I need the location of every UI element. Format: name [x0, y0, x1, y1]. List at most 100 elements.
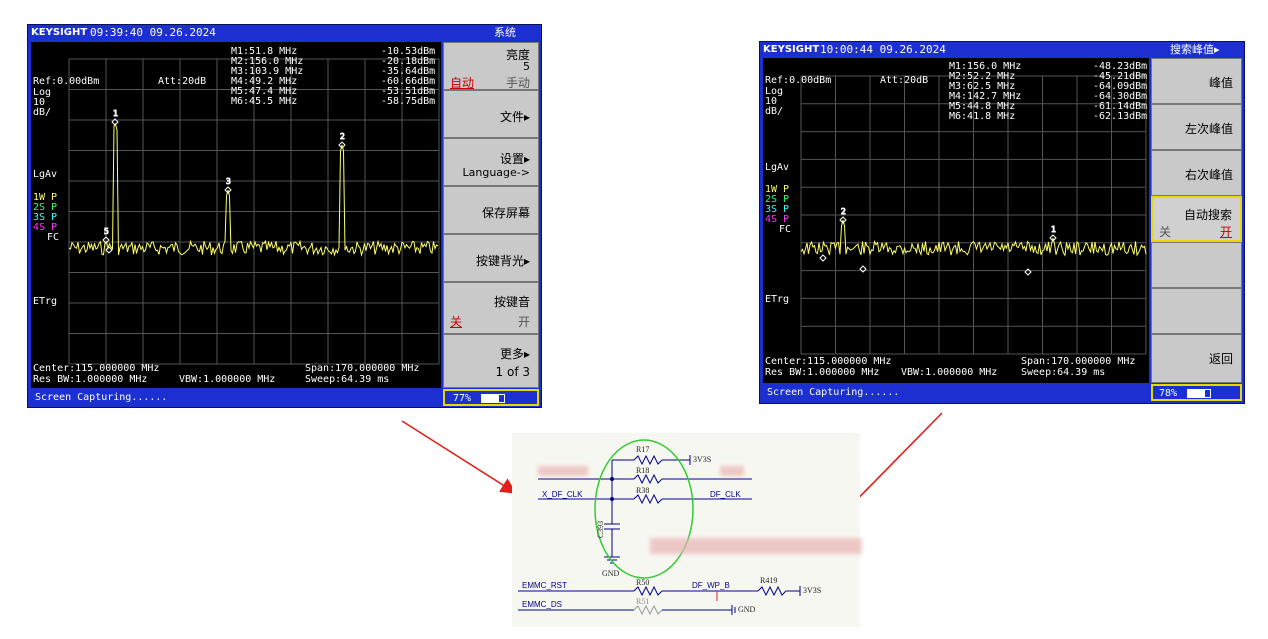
marker-diamond: [819, 254, 827, 262]
left-softkeys: 亮度 5 自动 手动 文件▸ 设置▸ Language-> 保存屏幕 按键背光▸…: [443, 42, 539, 388]
left-fc: FC: [47, 232, 60, 243]
left-ref: Ref:0.00dBm: [33, 76, 100, 87]
auto-search-off: 关: [1159, 225, 1172, 239]
marker-number: 2: [841, 207, 846, 216]
left-status-bar: Screen Capturing......: [31, 389, 439, 406]
net-3v3s-top: 3V3S: [693, 455, 712, 464]
right-res-bw: Res BW:1.000000 MHz: [765, 367, 880, 378]
right-ref: Ref:0.00dBm: [765, 75, 832, 86]
back-softkey[interactable]: 返回: [1151, 334, 1242, 383]
net-df-wp-b: DF_WP_B: [692, 581, 730, 590]
left-arrow: [401, 420, 517, 494]
marker-number: 5: [104, 227, 109, 236]
right-softkeys: 峰值 左次峰值 右次峰值 自动搜索 关 开 返回: [1151, 58, 1242, 383]
key-sound-on: 开: [517, 315, 530, 329]
marker-number: 3: [226, 177, 231, 186]
right-sweep: Sweep:64.39 ms: [1021, 367, 1106, 378]
marker-readout-name: M6:45.5 MHz: [231, 96, 298, 107]
save-screen-label: 保存屏幕: [481, 206, 530, 220]
left-status-text: Screen Capturing......: [35, 392, 168, 403]
schematic-snippet: R17 R18 R38 C393 R50 R51 R419 3V3S X_DF_…: [512, 433, 862, 627]
next-right-peak-label: 右次峰值: [1184, 168, 1233, 182]
right-fc: FC: [779, 224, 792, 235]
left-vbw: VBW:1.000000 MHz: [179, 374, 276, 385]
left-battery-text: 77%: [453, 393, 472, 404]
right-vbw: VBW:1.000000 MHz: [901, 367, 998, 378]
next-left-peak-softkey[interactable]: 左次峰值: [1151, 104, 1242, 150]
right-status-text: Screen Capturing......: [767, 387, 900, 398]
right-span: Span:170.000000 MHz: [1021, 356, 1136, 367]
left-center: Center:115.000000 MHz: [33, 363, 160, 374]
empty-softkey-6[interactable]: [1151, 288, 1242, 334]
marker-number: 1: [1051, 225, 1056, 234]
net-gnd-c393: GND: [602, 569, 620, 578]
brightness-value: 5: [523, 60, 530, 73]
marker-diamond: [1024, 268, 1032, 276]
left-att: Att:20dB: [158, 76, 207, 87]
empty-softkey-5[interactable]: [1151, 242, 1242, 288]
battery-icon: [1187, 388, 1212, 398]
left-menu-title: 系统: [494, 26, 516, 39]
more-label: 更多▸: [499, 347, 530, 361]
redacted-label: [720, 466, 744, 476]
next-left-peak-label: 左次峰值: [1184, 122, 1233, 136]
right-scale-db: dB/: [765, 106, 784, 117]
brightness-auto: 自动: [450, 76, 475, 90]
marker-readout-level: -62.13dBm: [1093, 111, 1148, 122]
marker-readout-level: -58.75dBm: [381, 96, 436, 107]
net-df-clk: DF_CLK: [710, 490, 741, 499]
left-datetime: 09:39:40 09.26.2024: [90, 26, 216, 39]
net-emmc-rst: EMMC_RST: [522, 581, 567, 590]
right-etrg: ETrg: [765, 294, 790, 305]
r50-label: R50: [636, 578, 650, 587]
schematic-wires: [518, 439, 801, 616]
left-scale-db: dB/: [33, 107, 52, 118]
right-center: Center:115.000000 MHz: [765, 356, 892, 367]
right-datetime: 10:00:44 09.26.2024: [820, 43, 946, 56]
left-trace-display: 1235 Ref:0.00dBm Att:20dB Log 10 dB/ M1:…: [31, 42, 441, 388]
settings-label: 设置▸: [499, 152, 530, 166]
right-header: KEYSIGHT 10:00:44 09.26.2024 搜索峰值▸: [760, 42, 1244, 58]
settings-softkey[interactable]: 设置▸ Language->: [443, 138, 539, 186]
auto-search-softkey[interactable]: 自动搜索 关 开: [1151, 196, 1242, 242]
peak-softkey[interactable]: 峰值: [1151, 58, 1242, 104]
marker-number: 2: [340, 132, 345, 141]
key-sound-off: 关: [450, 315, 463, 329]
marker-number: 1: [113, 109, 118, 118]
auto-search-label: 自动搜索: [1183, 208, 1232, 222]
key-backlight-label: 按键背光▸: [475, 254, 530, 268]
brightness-manual: 手动: [505, 76, 530, 90]
net-3v3s-bottom: 3V3S: [803, 586, 822, 595]
r18-label: R18: [636, 466, 650, 475]
r17-label: R17: [636, 445, 650, 454]
key-sound-softkey[interactable]: 按键音 关 开: [443, 282, 539, 334]
right-battery-text: 78%: [1159, 388, 1178, 399]
auto-search-on: 开: [1219, 225, 1232, 239]
left-sweep: Sweep:64.39 ms: [305, 374, 390, 385]
left-lgav: LgAv: [33, 169, 58, 180]
net-gnd-bottom: GND: [738, 605, 756, 614]
key-sound-label: 按键音: [493, 295, 530, 309]
key-backlight-softkey[interactable]: 按键背光▸: [443, 234, 539, 282]
language-label: Language->: [462, 166, 530, 179]
left-res-bw: Res BW:1.000000 MHz: [33, 374, 148, 385]
net-x-df-clk: X_DF_CLK: [542, 490, 583, 499]
save-screen-softkey[interactable]: 保存屏幕: [443, 186, 539, 234]
peak-label: 峰值: [1208, 76, 1233, 90]
keysight-logo: KEYSIGHT: [31, 27, 88, 38]
right-lgav: LgAv: [765, 162, 790, 173]
more-softkey[interactable]: 更多▸ 1 of 3: [443, 334, 539, 388]
r38-label: R38: [636, 486, 650, 495]
file-softkey[interactable]: 文件▸: [443, 90, 539, 138]
right-trace-display: 12 Ref:0.00dBm Att:20dB Log 10 dB/ M1:15…: [763, 58, 1149, 383]
next-right-peak-softkey[interactable]: 右次峰值: [1151, 150, 1242, 196]
left-battery-indicator: 77%: [443, 389, 539, 406]
r51-label: R51: [636, 597, 650, 606]
redacted-annotation: [650, 538, 862, 554]
back-label: 返回: [1208, 352, 1233, 366]
redacted-label: [538, 466, 588, 476]
net-emmc-ds: EMMC_DS: [522, 600, 563, 609]
brightness-softkey[interactable]: 亮度 5 自动 手动: [443, 42, 539, 90]
left-header: KEYSIGHT 09:39:40 09.26.2024 系统: [28, 25, 541, 41]
right-battery-indicator: 78%: [1151, 384, 1242, 401]
